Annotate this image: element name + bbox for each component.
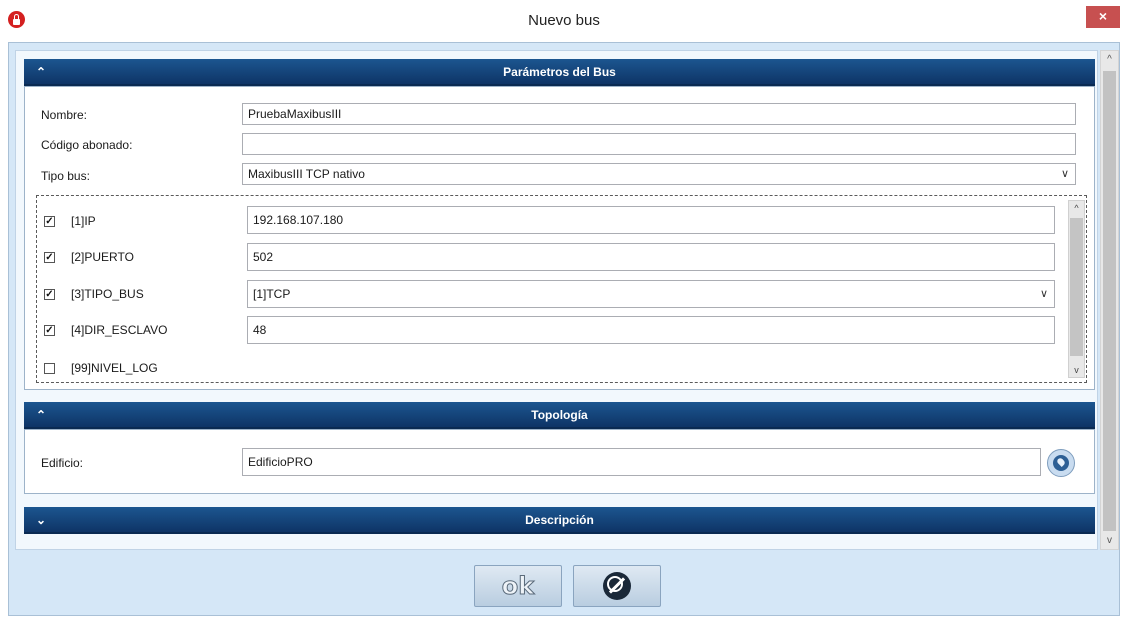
nombre-label: Nombre:: [41, 108, 88, 122]
expand-icon: ⌄: [36, 513, 47, 527]
nombre-input[interactable]: PruebaMaxibusIII: [242, 103, 1076, 125]
param-input-ip[interactable]: 192.168.107.180: [247, 206, 1055, 234]
param-input-dir-esclavo[interactable]: 48: [247, 316, 1055, 344]
ok-button-label: ok: [501, 572, 535, 601]
section-header-descripcion[interactable]: ⌄ Descripción: [24, 507, 1095, 534]
param-label-tipo-bus: [3]TIPO_BUS: [71, 287, 144, 301]
param-label-dir-esclavo: [4]DIR_ESCLAVO: [71, 323, 168, 337]
cancel-button[interactable]: [573, 565, 661, 607]
scroll-down-icon[interactable]: v: [1101, 532, 1118, 549]
section-title-topologia: Topología: [531, 408, 588, 422]
param-label-puerto: [2]PUERTO: [71, 250, 134, 264]
scroll-up-icon[interactable]: ^: [1101, 51, 1118, 68]
param-select-tipo-bus[interactable]: [1]TCP ∨: [247, 280, 1055, 308]
scroll-up-icon[interactable]: ^: [1069, 201, 1084, 215]
edificio-input[interactable]: EdificioPRO: [242, 448, 1041, 476]
collapse-icon: ⌃: [36, 408, 47, 422]
parameters-scrollbar[interactable]: ^ v: [1068, 200, 1085, 378]
main-scrollbar[interactable]: ^ v: [1100, 50, 1119, 550]
section-header-topologia[interactable]: ⌃ Topología: [24, 402, 1095, 429]
checkbox-tipo-bus[interactable]: ✓: [44, 289, 55, 300]
param-label-ip: [1]IP: [71, 214, 96, 228]
window-title: Nuevo bus: [528, 12, 600, 29]
tipo-label: Tipo bus:: [41, 169, 90, 183]
codigo-input[interactable]: [242, 133, 1076, 155]
tipo-select-value: MaxibusIII TCP nativo: [248, 167, 365, 181]
ok-button[interactable]: ok: [474, 565, 562, 607]
checkbox-ip[interactable]: ✓: [44, 216, 55, 227]
section-header-params[interactable]: ⌃ Parámetros del Bus: [24, 59, 1095, 86]
chevron-down-icon: ∨: [1060, 168, 1069, 180]
scroll-down-icon[interactable]: v: [1069, 363, 1084, 377]
tipo-select[interactable]: MaxibusIII TCP nativo ∨: [242, 163, 1076, 185]
location-pin-icon: [1053, 455, 1069, 471]
select-building-button[interactable]: [1047, 449, 1075, 477]
scroll-thumb[interactable]: [1070, 218, 1083, 356]
cancel-icon: [603, 572, 631, 600]
chevron-down-icon: ∨: [1039, 288, 1048, 300]
edificio-label: Edificio:: [41, 456, 84, 470]
close-button[interactable]: ×: [1086, 6, 1120, 28]
checkbox-dir-esclavo[interactable]: ✓: [44, 325, 55, 336]
section-title-descripcion: Descripción: [525, 513, 594, 527]
param-select-tipo-bus-value: [1]TCP: [253, 287, 291, 301]
checkbox-nivel-log[interactable]: [44, 363, 55, 374]
param-label-nivel-log: [99]NIVEL_LOG: [71, 361, 158, 375]
collapse-icon: ⌃: [36, 65, 47, 79]
param-input-puerto[interactable]: 502: [247, 243, 1055, 271]
checkbox-puerto[interactable]: ✓: [44, 252, 55, 263]
title-bar: Nuevo bus ×: [0, 0, 1128, 42]
scroll-thumb[interactable]: [1103, 71, 1116, 531]
section-title-params: Parámetros del Bus: [503, 65, 616, 79]
codigo-label: Código abonado:: [41, 138, 133, 152]
